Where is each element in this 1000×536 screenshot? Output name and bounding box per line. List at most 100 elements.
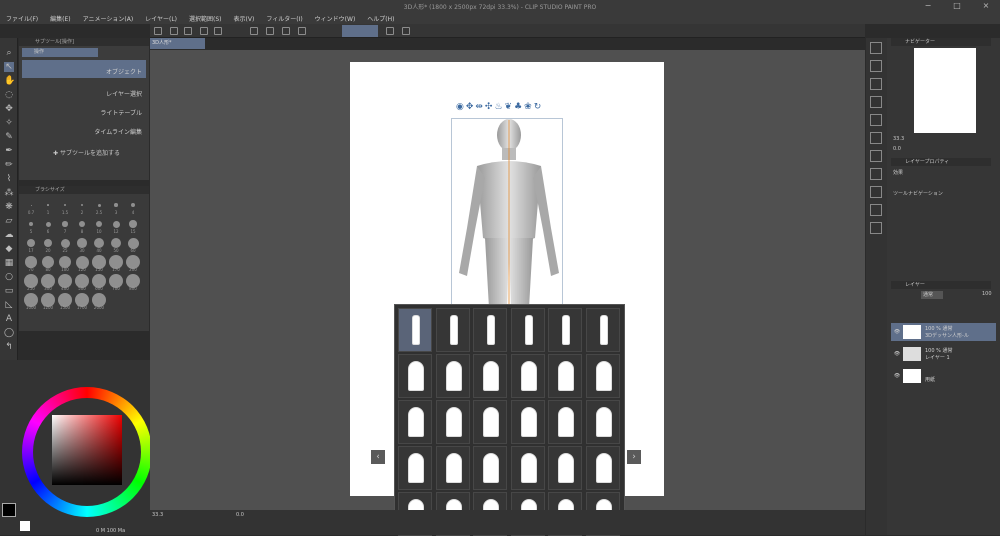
brush-size-cell[interactable]: 1000	[23, 293, 39, 311]
pose-thumbnail[interactable]	[548, 308, 582, 352]
crop-icon[interactable]	[298, 27, 306, 35]
save-icon[interactable]	[184, 27, 192, 35]
brush-size-cell[interactable]: 5	[23, 217, 39, 235]
lasso-icon[interactable]: ◌	[4, 90, 14, 100]
menu-animation[interactable]: アニメーション(A)	[83, 14, 134, 23]
brush-size-cell[interactable]: 6	[40, 217, 56, 235]
brush-size-cell[interactable]: 1.5	[57, 198, 73, 216]
pose-thumbnail[interactable]	[435, 308, 470, 352]
eraser-icon[interactable]: ▱	[4, 216, 14, 226]
transform-icon[interactable]	[266, 27, 274, 35]
menu-filter[interactable]: フィルター(I)	[266, 14, 302, 23]
brush-size-cell[interactable]: 600	[91, 274, 107, 292]
brush-size-cell[interactable]: 20	[40, 236, 56, 254]
brush-size-cell[interactable]: 3	[108, 198, 124, 216]
pose-thumbnail[interactable]	[473, 400, 507, 444]
wand-icon[interactable]: ✧	[4, 118, 14, 128]
material-icon[interactable]	[870, 132, 882, 144]
navigator-zoom[interactable]: 33.3	[893, 136, 904, 142]
fill-icon[interactable]: ◆	[4, 244, 14, 254]
clear-icon[interactable]	[250, 27, 258, 35]
subtool-item-object[interactable]: オブジェクト	[22, 60, 146, 78]
visibility-eye-icon[interactable]: 👁	[891, 329, 903, 335]
pose-thumbnail[interactable]	[510, 354, 545, 398]
pose-thumbnail[interactable]	[473, 308, 507, 352]
opacity-value[interactable]: 100	[982, 291, 992, 297]
operation-icon[interactable]: ↖	[4, 62, 14, 72]
material-icon[interactable]	[870, 204, 882, 216]
status-zoom[interactable]: 33.3	[152, 512, 163, 518]
material-icon[interactable]	[870, 96, 882, 108]
brush-size-cell[interactable]: 12	[108, 217, 124, 235]
brush-size-cell[interactable]: 50	[108, 236, 124, 254]
eyedropper-icon[interactable]: ✎	[4, 132, 14, 142]
text-icon[interactable]: A	[4, 314, 14, 324]
pose-thumbnail[interactable]	[585, 308, 620, 352]
menu-selection[interactable]: 選択範囲(S)	[189, 14, 222, 23]
subtool-item-lighttable[interactable]: ライトテーブル	[22, 101, 146, 119]
zoom-icon[interactable]: ⌕	[4, 48, 14, 58]
pen-icon[interactable]: ✒	[4, 146, 14, 156]
subtool-item-timeline[interactable]: タイムライン編集	[22, 120, 146, 138]
brush-size-cell[interactable]: 70	[23, 255, 39, 273]
status-angle[interactable]: 0.0	[236, 512, 244, 518]
pose-thumbnail[interactable]	[398, 354, 432, 398]
brush-size-cell[interactable]: 1500	[57, 293, 73, 311]
pose-thumbnail[interactable]	[435, 446, 470, 490]
airbrush-icon[interactable]: ⁂	[4, 188, 14, 198]
maximize-button[interactable]: □	[943, 0, 971, 12]
material-icon[interactable]	[870, 222, 882, 234]
brush-size-cell[interactable]: 200	[125, 255, 141, 273]
brush-icon[interactable]: ⌇	[4, 174, 14, 184]
minimize-button[interactable]: −	[914, 0, 942, 12]
brush-size-cell[interactable]: 2.5	[91, 198, 107, 216]
pencil-icon[interactable]: ✏	[4, 160, 14, 170]
menu-edit[interactable]: 編集(E)	[50, 14, 70, 23]
ruler-tool-icon[interactable]: ◺	[4, 300, 14, 310]
layer-name[interactable]: レイヤー 1	[925, 355, 950, 361]
brush-size-cell[interactable]: 170	[108, 255, 124, 273]
balloon-icon[interactable]: ◯	[4, 328, 14, 338]
subtool-tab[interactable]: 操作	[22, 48, 98, 57]
main-color-chip[interactable]	[2, 503, 16, 517]
menu-window[interactable]: ウィンドウ(W)	[315, 14, 356, 23]
sub-color-chip[interactable]	[20, 521, 30, 531]
brush-size-cell[interactable]: 60	[125, 236, 141, 254]
navigator-thumbnail[interactable]	[914, 48, 976, 133]
material-icon[interactable]	[870, 150, 882, 162]
pose-thumbnail[interactable]	[435, 400, 470, 444]
menu-layer[interactable]: レイヤー(L)	[145, 14, 177, 23]
snap-toggle[interactable]	[342, 25, 378, 37]
visibility-eye-icon[interactable]: 👁	[891, 373, 903, 379]
layer-row[interactable]: 👁 100 % 通常 3Dデッサン人形-ル	[891, 323, 996, 341]
menu-file[interactable]: ファイル(F)	[6, 14, 38, 23]
pose-thumbnail[interactable]	[435, 354, 470, 398]
brush-size-cell[interactable]: 15	[125, 217, 141, 235]
material-icon[interactable]	[870, 60, 882, 72]
pose-thumbnail[interactable]	[510, 400, 545, 444]
close-button[interactable]: ×	[972, 0, 1000, 12]
pose-thumbnail[interactable]	[473, 446, 507, 490]
brush-size-cell[interactable]: 2000	[91, 293, 107, 311]
brush-size-cell[interactable]: 8	[74, 217, 90, 235]
pose-prev-button[interactable]: ‹	[371, 450, 385, 464]
brush-size-cell[interactable]: 80	[40, 255, 56, 273]
figure-icon[interactable]: ○	[4, 272, 14, 282]
pose-thumbnail[interactable]	[398, 308, 432, 352]
blend-icon[interactable]: ☁	[4, 230, 14, 240]
pose-next-button[interactable]: ›	[627, 450, 641, 464]
brush-size-cell[interactable]: 10	[91, 217, 107, 235]
menu-help[interactable]: ヘルプ(H)	[367, 14, 394, 23]
saturation-value-square[interactable]	[52, 415, 122, 485]
pose-thumbnail[interactable]	[585, 400, 620, 444]
brush-size-cell[interactable]: 17	[23, 236, 39, 254]
pose-thumbnail[interactable]	[473, 354, 507, 398]
layer-name[interactable]: 用紙	[925, 377, 935, 383]
material-icon[interactable]	[870, 78, 882, 90]
move-icon[interactable]: ✥	[4, 104, 14, 114]
ruler-icon[interactable]	[386, 27, 394, 35]
layer-name[interactable]: 3Dデッサン人形-ル	[925, 333, 969, 339]
new-icon[interactable]	[154, 27, 162, 35]
brush-size-cell[interactable]: 1200	[40, 293, 56, 311]
pose-thumbnail[interactable]	[585, 354, 620, 398]
